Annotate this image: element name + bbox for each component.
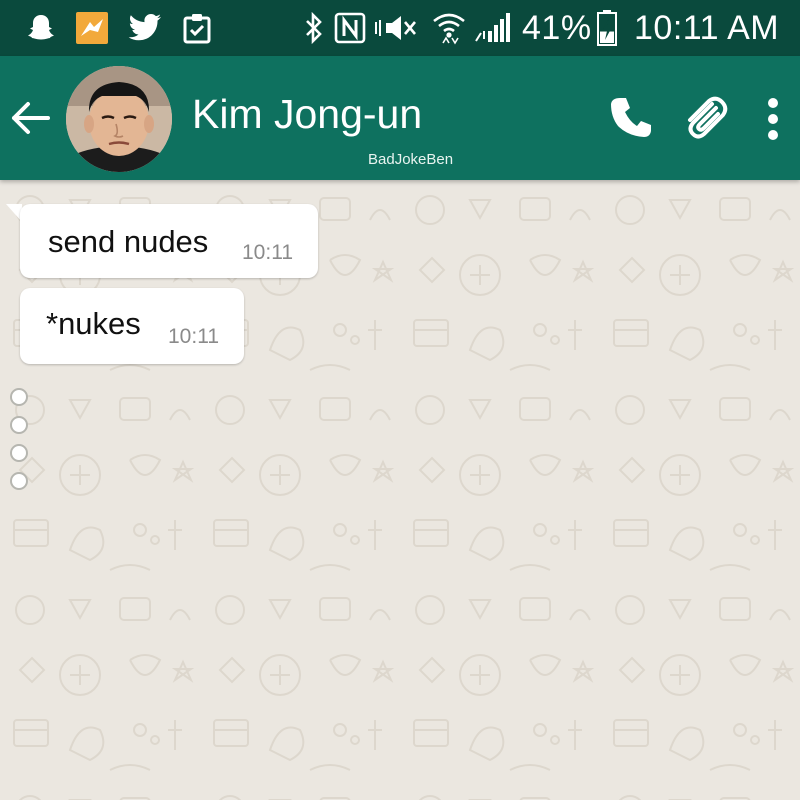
paperclip-icon[interactable] [678,90,732,144]
contact-name[interactable]: Kim Jong-un [192,94,422,135]
typing-dot [10,388,28,406]
typing-dot [10,444,28,462]
message-text: *nukes [46,306,141,341]
more-vert-icon[interactable] [756,94,790,144]
attach-button[interactable] [678,90,732,144]
call-button[interactable] [606,92,656,142]
typing-dot [10,416,28,434]
bluetooth-icon [304,0,324,56]
back-arrow-icon[interactable] [8,96,52,140]
chat-header: Kim Jong-un BadJokeBen [0,56,800,180]
wifi-icon [432,0,466,56]
avatar[interactable] [66,66,172,172]
message-time: 10:11 [168,325,219,348]
clipboard-icon [182,0,212,56]
back-button[interactable] [8,96,52,140]
twitter-icon [128,0,162,56]
phone-icon[interactable] [606,92,656,142]
message-bubble[interactable]: send nudes 10:11 [20,204,318,278]
message-time: 10:11 [242,241,293,264]
contact-photo [66,66,172,172]
more-options-button[interactable] [756,94,790,144]
app-fox-icon [76,0,108,56]
battery-charging-icon [596,0,618,56]
typing-dot [10,472,28,490]
typing-indicator [8,388,30,496]
status-time: 10:11 AM [634,9,780,47]
chat-area[interactable]: send nudes 10:11 *nukes 10:11 [0,180,800,800]
watermark-text: BadJokeBen [368,151,454,168]
signal-icon [474,0,514,56]
status-bar: 41% 10:11 AM [0,0,800,56]
snapchat-icon [26,0,56,56]
mute-icon [374,0,418,56]
battery-percent: 41% [522,9,592,47]
nfc-icon [334,0,366,56]
message-text: send nudes [48,224,209,259]
message-bubble[interactable]: *nukes 10:11 [20,288,244,364]
